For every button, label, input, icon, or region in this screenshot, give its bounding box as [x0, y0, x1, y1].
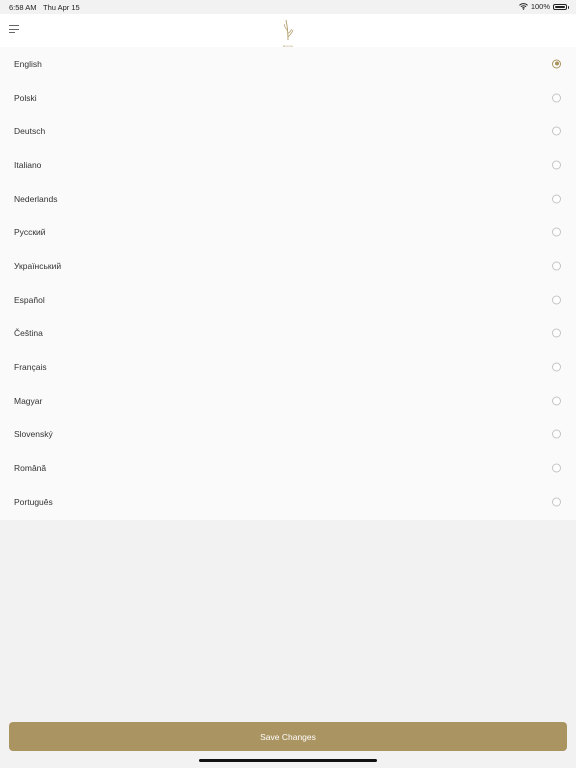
radio-button[interactable] [552, 396, 561, 406]
status-bar: 6:58 AM Thu Apr 15 100% [0, 0, 576, 14]
radio-button[interactable] [552, 497, 561, 507]
language-label: Slovenský [14, 429, 53, 440]
language-label: Português [14, 496, 53, 507]
wheat-logo-icon [283, 19, 294, 41]
language-item-english[interactable]: English [0, 47, 576, 81]
radio-button[interactable] [552, 194, 561, 204]
language-label: English [14, 58, 42, 69]
radio-button[interactable] [552, 463, 561, 473]
language-label: Український [14, 260, 62, 271]
app-logo: Ecoria [279, 17, 297, 48]
language-item-francais[interactable]: Français [0, 350, 576, 384]
radio-button[interactable] [552, 429, 561, 439]
language-label: Čeština [14, 328, 43, 339]
radio-button[interactable] [552, 227, 561, 237]
battery-percent: 100% [530, 2, 550, 11]
language-label: Deutsch [14, 126, 46, 137]
language-label: Magyar [14, 395, 43, 406]
status-time: 6:58 AM [9, 3, 37, 12]
language-item-polski[interactable]: Polski [0, 81, 576, 115]
language-item-espanol[interactable]: Español [0, 283, 576, 317]
status-date: Thu Apr 15 [43, 3, 80, 12]
language-label: Русский [14, 227, 46, 238]
radio-button[interactable] [552, 93, 561, 103]
language-item-russian[interactable]: Русский [0, 215, 576, 249]
app-header: Ecoria [0, 14, 576, 48]
language-item-portugues[interactable]: Português [0, 485, 576, 519]
radio-button[interactable] [552, 59, 561, 69]
language-item-cestina[interactable]: Čeština [0, 317, 576, 351]
home-indicator [199, 759, 377, 762]
radio-button[interactable] [552, 328, 561, 338]
radio-button[interactable] [552, 362, 561, 372]
battery-icon [553, 3, 569, 10]
language-item-ukrainian[interactable]: Український [0, 249, 576, 283]
language-label: Italiano [14, 159, 42, 170]
radio-button[interactable] [552, 126, 561, 136]
language-item-slovensky[interactable]: Slovenský [0, 418, 576, 452]
language-label: Română [14, 463, 47, 474]
language-item-italiano[interactable]: Italiano [0, 148, 576, 182]
wifi-icon [518, 3, 528, 10]
language-list: English Polski Deutsch Italiano Nederlan… [0, 47, 576, 520]
language-label: Nederlands [14, 193, 58, 204]
language-item-magyar[interactable]: Magyar [0, 384, 576, 418]
status-right: 100% [518, 2, 569, 11]
hamburger-menu-icon[interactable] [9, 25, 21, 35]
language-item-deutsch[interactable]: Deutsch [0, 114, 576, 148]
language-label: Polski [14, 92, 37, 103]
language-item-romana[interactable]: Română [0, 451, 576, 485]
radio-button[interactable] [552, 261, 561, 271]
language-item-nederlands[interactable]: Nederlands [0, 182, 576, 216]
radio-button[interactable] [552, 160, 561, 170]
save-changes-button[interactable]: Save Changes [9, 722, 567, 751]
radio-button[interactable] [552, 295, 561, 305]
language-label: Español [14, 294, 45, 305]
language-label: Français [14, 362, 47, 373]
